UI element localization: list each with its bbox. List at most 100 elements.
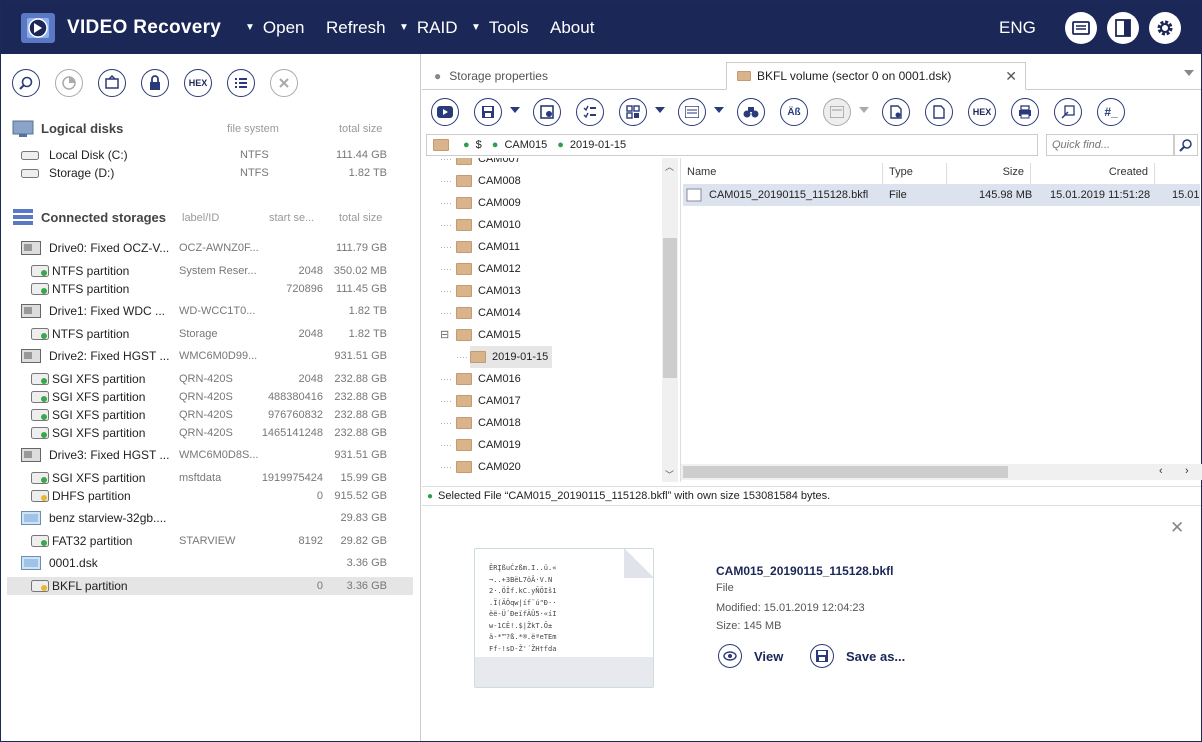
preview-button[interactable] xyxy=(823,98,851,126)
checklist-button[interactable] xyxy=(576,98,604,126)
scroll-down-icon[interactable]: ﹀ xyxy=(665,468,674,481)
text-encoding-button[interactable]: Äß xyxy=(780,98,808,126)
view-mode-dropdown-icon[interactable] xyxy=(655,107,665,113)
column-name[interactable]: Name xyxy=(687,163,883,185)
tree-folder-item[interactable]: CAM007 xyxy=(456,158,521,170)
storage-device-item[interactable]: Drive1: Fixed WDC ... WD-WCC1T0... 1.82 TB xyxy=(7,302,413,320)
view-button[interactable]: View xyxy=(718,644,783,668)
partition-item[interactable]: FAT32 partition STARVIEW 8192 29.82 GB xyxy=(7,532,413,550)
menu-refresh[interactable]: Refresh xyxy=(326,18,386,38)
column-created[interactable]: Created xyxy=(1031,163,1155,185)
export-button[interactable] xyxy=(1054,98,1082,126)
path-segment[interactable]: 2019-01-15 xyxy=(570,139,626,151)
hash-button[interactable]: #_ xyxy=(1097,98,1125,126)
column-type[interactable]: Type xyxy=(889,163,947,185)
tree-folder-item[interactable]: CAM019 xyxy=(456,434,521,456)
storage-device-item[interactable]: Drive0: Fixed OCZ-V... OCZ-AWNZ0F... 111.7… xyxy=(7,239,413,257)
tree-folder-item[interactable]: CAM012 xyxy=(456,258,521,280)
tree-folder-item[interactable]: CAM018 xyxy=(456,412,521,434)
logical-disk-item[interactable]: Storage (D:) NTFS 1.82 TB xyxy=(7,164,413,182)
scroll-right-icon[interactable]: › xyxy=(1185,465,1189,477)
save-as-button[interactable]: Save as... xyxy=(810,644,905,668)
table-row[interactable]: CAM015_20190115_115128.bkfl File 145.98 … xyxy=(683,184,1200,206)
properties-button[interactable] xyxy=(227,69,255,97)
storage-device-item[interactable]: Drive3: Fixed HGST ... WMC6M0D8S... 931.51… xyxy=(7,446,413,464)
open-image-button[interactable] xyxy=(98,69,126,97)
find-button[interactable] xyxy=(737,98,765,126)
scroll-thumb[interactable] xyxy=(663,238,677,378)
language-selector[interactable]: ENG xyxy=(999,18,1036,38)
view-mode-button[interactable] xyxy=(619,98,647,126)
search-button[interactable] xyxy=(12,69,40,97)
storage-device-item[interactable]: Drive2: Fixed HGST ... WMC6M0D99... 931.51… xyxy=(7,347,413,365)
storage-device-item[interactable]: benz starview-32gb.... 29.83 GB xyxy=(7,509,413,527)
disk-name: Storage (D:) xyxy=(49,166,115,180)
print-button[interactable] xyxy=(1011,98,1039,126)
storage-label: WMC6M0D99... xyxy=(179,350,258,362)
tree-folder-item[interactable]: CAM011 xyxy=(456,236,520,258)
quick-find-input[interactable] xyxy=(1046,134,1174,156)
partition-item[interactable]: BKFL partition 0 3.36 GB xyxy=(7,577,413,595)
column-size[interactable]: Size xyxy=(947,163,1031,185)
tree-folder-item[interactable]: CAM016 xyxy=(456,368,521,390)
menu-raid[interactable]: ▼ RAID xyxy=(399,18,458,38)
file-list-scrollbar[interactable]: ‹ › xyxy=(681,464,1202,480)
menu-tools[interactable]: ▼ Tools xyxy=(471,18,529,38)
storage-name: NTFS partition xyxy=(52,282,130,296)
play-video-button[interactable] xyxy=(431,98,459,126)
storage-device-item[interactable]: 0001.dsk 3.36 GB xyxy=(7,554,413,572)
file-settings-button[interactable] xyxy=(882,98,910,126)
scroll-left-icon[interactable]: ‹ xyxy=(1159,465,1163,477)
tree-folder-item[interactable]: CAM008 xyxy=(456,170,521,192)
partition-item[interactable]: DHFS partition 0 915.52 GB xyxy=(7,487,413,505)
partition-item[interactable]: SGI XFS partition QRN-420S 2048 232.88 GB xyxy=(7,370,413,388)
tree-folder-item[interactable]: CAM009 xyxy=(456,192,521,214)
find-search-button[interactable] xyxy=(1174,134,1198,156)
tree-folder-item[interactable]: CAM020 xyxy=(456,456,521,478)
tab-bar: ● Storage properties BKFL volume (sector … xyxy=(422,62,1201,90)
tab-bkfl-volume[interactable]: BKFL volume (sector 0 on 0001.dsk) ✕ xyxy=(726,62,1026,90)
panel-toggle-button[interactable] xyxy=(1107,12,1139,44)
hex-button[interactable]: HEX xyxy=(184,69,212,97)
tab-overflow-icon[interactable] xyxy=(1184,70,1194,76)
partition-item[interactable]: NTFS partition System Reser... 2048 350.02 … xyxy=(7,262,413,280)
lock-button[interactable] xyxy=(141,69,169,97)
tree-folder-item[interactable]: CAM013 xyxy=(456,280,521,302)
menu-open[interactable]: ▼ Open xyxy=(245,18,305,38)
tree-folder-item[interactable]: CAM015 xyxy=(456,324,521,346)
tree-folder-item[interactable]: 2019-01-15 xyxy=(470,346,553,368)
tree-scrollbar[interactable]: ︿ ﹀ xyxy=(662,158,678,482)
dropdown-arrow-icon: ▼ xyxy=(399,22,409,33)
path-root[interactable]: $ xyxy=(476,139,482,151)
partition-item[interactable]: NTFS partition 720896 111.45 GB xyxy=(7,280,413,298)
partition-item[interactable]: SGI XFS partition QRN-420S 976760832 232.88… xyxy=(7,406,413,424)
tab-storage-properties[interactable]: ● Storage properties xyxy=(422,62,722,90)
close-details-icon[interactable]: ✕ xyxy=(1170,518,1184,538)
close-storage-button[interactable] xyxy=(270,69,298,97)
tree-folder-item[interactable]: CAM010 xyxy=(456,214,521,236)
close-tab-icon[interactable]: ✕ xyxy=(1005,68,1017,85)
settings-button[interactable] xyxy=(1149,12,1181,44)
scroll-up-icon[interactable]: ︿ xyxy=(665,160,674,173)
collapse-toggle-icon[interactable]: ⊟ xyxy=(440,328,449,341)
partition-item[interactable]: SGI XFS partition msftdata 1919975424 15.99… xyxy=(7,469,413,487)
preview-dropdown-icon[interactable] xyxy=(859,107,869,113)
menu-about[interactable]: About xyxy=(550,18,594,38)
partition-item[interactable]: SGI XFS partition QRN-420S 1465141248 232.8… xyxy=(7,424,413,442)
logical-disk-item[interactable]: Local Disk (C:) NTFS 111.44 GB xyxy=(7,146,413,164)
scan-button[interactable] xyxy=(55,69,83,97)
partition-item[interactable]: SGI XFS partition QRN-420S 488380416 232.88… xyxy=(7,388,413,406)
save-dropdown-icon[interactable] xyxy=(510,107,520,113)
partition-item[interactable]: NTFS partition Storage 2048 1.82 TB xyxy=(7,325,413,343)
path-segment[interactable]: CAM015 xyxy=(504,139,547,151)
tree-folder-item[interactable]: CAM014 xyxy=(456,302,521,324)
tree-folder-item[interactable]: CAM017 xyxy=(456,390,521,412)
file-button[interactable] xyxy=(925,98,953,126)
details-view-button[interactable] xyxy=(678,98,706,126)
details-dropdown-icon[interactable] xyxy=(714,107,724,113)
scroll-thumb[interactable] xyxy=(683,466,1008,478)
save-settings-button[interactable] xyxy=(533,98,561,126)
save-button[interactable] xyxy=(474,98,502,126)
log-button[interactable] xyxy=(1065,12,1097,44)
hex-view-button[interactable]: HEX xyxy=(968,98,996,126)
